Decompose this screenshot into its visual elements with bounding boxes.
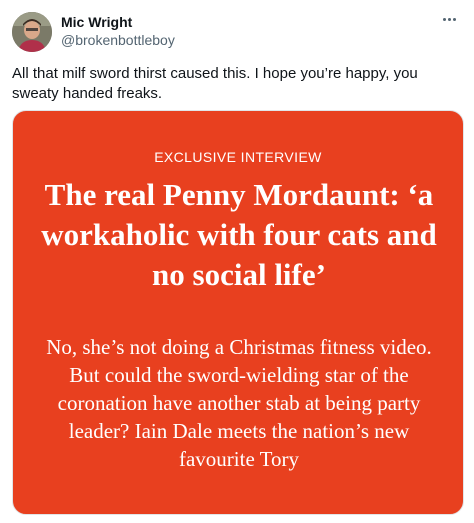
avatar[interactable] — [12, 12, 52, 52]
tweet[interactable]: Mic Wright @brokenbottleboy All that mil… — [0, 0, 474, 523]
more-horizontal-icon — [442, 17, 446, 21]
user-info: Mic Wright @brokenbottleboy — [61, 13, 175, 50]
avatar-photo — [12, 12, 52, 52]
tweet-media-image[interactable]: EXCLUSIVE INTERVIEW The real Penny Morda… — [12, 110, 464, 515]
user-handle[interactable]: @brokenbottleboy — [61, 31, 175, 50]
display-name[interactable]: Mic Wright — [61, 13, 175, 31]
article-headline: The real Penny Mordaunt: ‘a workaholic w… — [41, 177, 437, 292]
article-standfirst: No, she’s not doing a Christmas fitness … — [46, 335, 432, 471]
tweet-text: All that milf sword thirst caused this. … — [12, 65, 418, 102]
more-options-button[interactable] — [438, 10, 460, 28]
article-kicker: EXCLUSIVE INTERVIEW — [154, 149, 322, 165]
